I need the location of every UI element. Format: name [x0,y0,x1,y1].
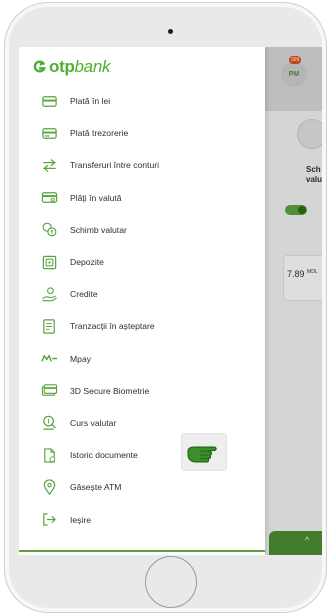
logout-icon [41,511,58,528]
menu-item-istoric-documente[interactable]: Istoric documente [19,439,265,471]
menu-label: Depozite [70,257,104,268]
menu-item-depozite[interactable]: Depozite [19,246,265,278]
credit-hand-icon [41,286,58,303]
menu-item-mpay[interactable]: Mpay [19,343,265,375]
rate-search-icon [41,414,58,431]
otp-logo-icon [33,60,46,73]
menu-item-plata-trezorerie[interactable]: Plată trezorerie [19,117,265,149]
menu-item-3d-secure[interactable]: 3D Secure Biometrie [19,375,265,407]
otpbank-logo: otpbank [33,57,111,77]
screen: PM 999 Sch valu 7.89 MDL ^ otpbank Plată… [19,47,322,555]
menu-item-plati-valuta[interactable]: Plăți în valută [19,182,265,214]
menu-label: Plăți în valută [70,192,122,203]
card-icon [41,93,58,110]
exchange-coins-icon [41,221,58,238]
menu-label: Transferuri între conturi [70,160,159,171]
menu-item-curs-valutar[interactable]: Curs valutar [19,407,265,439]
phone-frame: PM 999 Sch valu 7.89 MDL ^ otpbank Plată… [4,2,327,613]
menu-label: Credite [70,289,98,300]
menu-item-transferuri[interactable]: Transferuri între conturi [19,149,265,181]
pending-document-icon [41,318,58,335]
location-pin-icon [41,479,58,496]
menu-item-gaseste-atm[interactable]: Găsește ATM [19,471,265,503]
menu-item-iesire[interactable]: Ieșire [19,503,265,535]
menu-item-schimb-valutar[interactable]: Schimb valutar [19,214,265,246]
menu-label: Plată în lei [70,96,111,107]
menu-label: Istoric documente [70,450,138,461]
transfer-arrows-icon [41,157,58,174]
camera-dot [168,29,173,34]
deposit-icon [41,254,58,271]
menu-label: Mpay [70,353,92,364]
home-button[interactable] [145,556,197,608]
menu-label: Ieșire [70,514,92,525]
pointing-hand-overlay [181,433,227,471]
currency-card-icon [41,189,58,206]
menu-label: Plată trezorerie [70,128,129,139]
menu-label: Curs valutar [70,417,117,428]
mpay-logo-icon [41,350,58,367]
brand-name: otpbank [49,57,111,76]
treasury-card-icon [41,125,58,142]
menu-label: 3D Secure Biometrie [70,385,150,396]
drawer-bottom-divider [19,550,265,552]
menu-item-credite[interactable]: Credite [19,278,265,310]
menu-item-tranzactii[interactable]: Tranzacții în așteptare [19,310,265,342]
document-history-icon [41,447,58,464]
pointing-hand-icon [187,446,217,463]
menu-label: Tranzacții în așteptare [70,321,155,332]
drawer-menu: Plată în lei Plată trezorerie Transferur… [19,85,265,536]
menu-label: Schimb valutar [70,224,127,235]
navigation-drawer: otpbank Plată în lei Plată trezorerie Tr… [19,47,265,555]
menu-item-plata-in-lei[interactable]: Plată în lei [19,85,265,117]
menu-label: Găsește ATM [70,482,122,493]
secure-card-icon [41,382,58,399]
